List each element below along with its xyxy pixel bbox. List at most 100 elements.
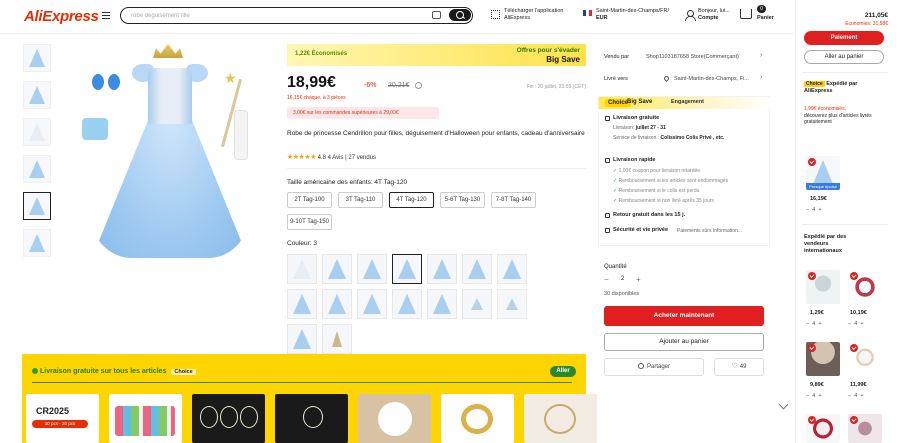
color-swatch[interactable] bbox=[427, 254, 457, 284]
checked-icon[interactable] bbox=[808, 416, 816, 424]
cart-item-image[interactable] bbox=[806, 270, 840, 304]
user-icon[interactable] bbox=[685, 10, 696, 21]
color-swatch[interactable] bbox=[322, 254, 352, 284]
info-icon[interactable] bbox=[415, 82, 422, 89]
color-swatch[interactable] bbox=[357, 289, 387, 319]
size-option[interactable]: 7-8T Tag-140 bbox=[491, 192, 536, 208]
color-swatch[interactable] bbox=[322, 289, 352, 319]
app-download-link[interactable]: Télécharger l'application AliExpress bbox=[504, 8, 563, 22]
cart-item-qty[interactable]: − 4 + bbox=[848, 393, 864, 399]
checked-icon[interactable] bbox=[850, 416, 858, 424]
big-save-label: Big Save bbox=[546, 55, 580, 64]
qr-code-icon[interactable] bbox=[491, 10, 500, 19]
choice-badge: Choice bbox=[171, 369, 196, 375]
cart-item-image[interactable] bbox=[848, 342, 882, 376]
checked-icon[interactable] bbox=[808, 158, 816, 166]
cart-item-qty[interactable]: − 4 + bbox=[806, 321, 822, 327]
store-link[interactable]: Shop1103187658 Store(Commerçant) bbox=[646, 54, 739, 60]
product-card[interactable] bbox=[441, 394, 514, 443]
thumbnail[interactable] bbox=[23, 81, 51, 109]
cart-item-image[interactable] bbox=[806, 414, 840, 443]
size-option[interactable]: 3T Tag-110 bbox=[338, 192, 383, 208]
savings-label: 1,22€ Économisés bbox=[295, 51, 348, 57]
product-card[interactable] bbox=[275, 394, 348, 443]
color-swatch[interactable] bbox=[497, 254, 527, 284]
color-swatch[interactable] bbox=[287, 324, 317, 354]
check-circle-icon bbox=[32, 368, 38, 374]
search-input[interactable] bbox=[131, 11, 411, 20]
size-option[interactable]: 2T Tag-100 bbox=[287, 192, 332, 208]
thumbnail[interactable] bbox=[23, 118, 51, 146]
color-swatch[interactable] bbox=[497, 289, 527, 319]
thumbnail[interactable] bbox=[23, 155, 51, 183]
product-card[interactable] bbox=[109, 394, 182, 443]
free-shipping-promo[interactable]: 1,99€ économisés, découvrez plus d'artic… bbox=[804, 106, 884, 146]
wishlist-button[interactable]: ♡ 49 bbox=[714, 358, 764, 376]
chevron-right-icon[interactable]: › bbox=[760, 52, 762, 59]
size-option-selected[interactable]: 4T Tag-120 bbox=[389, 192, 434, 208]
cart-item-image[interactable] bbox=[848, 270, 882, 304]
thumbnail[interactable] bbox=[23, 229, 51, 257]
quantity-minus-button[interactable]: − bbox=[604, 275, 609, 284]
quantity-value[interactable]: 2 bbox=[621, 276, 624, 282]
ship-to-address[interactable]: Saint-Martin-des-Champs, Fi... bbox=[674, 76, 749, 82]
cart-item-image[interactable] bbox=[806, 342, 840, 376]
color-swatch[interactable] bbox=[462, 289, 492, 319]
vendors-label: vendeurs bbox=[804, 241, 829, 247]
size-label: Taille américaine des enfants: 4T Tag-12… bbox=[287, 179, 408, 186]
color-swatch[interactable] bbox=[427, 289, 457, 319]
color-swatch-selected[interactable] bbox=[392, 254, 422, 284]
product-main-image[interactable]: ★ bbox=[70, 38, 270, 266]
thumbnail[interactable] bbox=[23, 44, 51, 72]
color-swatch[interactable] bbox=[287, 289, 317, 319]
account-menu[interactable]: Bonjour, lui... Compte bbox=[698, 8, 730, 22]
divider bbox=[802, 224, 888, 225]
camera-search-icon[interactable] bbox=[432, 11, 441, 19]
deal-banner[interactable]: 1,22€ Économisés Offres pour s'évader Bi… bbox=[287, 44, 586, 66]
cart-item-price: 9,89€ bbox=[810, 382, 824, 388]
color-swatch[interactable] bbox=[462, 254, 492, 284]
discount-percent: -6% bbox=[364, 82, 377, 89]
checked-icon[interactable] bbox=[808, 272, 816, 280]
cart-label[interactable]: Panier bbox=[757, 15, 774, 22]
checked-icon[interactable] bbox=[850, 344, 858, 352]
size-option[interactable]: 9-10T Tag-150 bbox=[287, 214, 332, 230]
free-return[interactable]: Retour gratuit dans les 15 j. bbox=[613, 212, 685, 218]
edit-icon[interactable] bbox=[778, 399, 789, 410]
cart-item-qty[interactable]: − 4 + bbox=[806, 207, 822, 213]
aliexpress-logo[interactable]: AliExpress bbox=[24, 8, 99, 25]
location-selector[interactable]: Saint-Martin-des-Champs/FR/ EUR bbox=[596, 8, 669, 22]
search-button[interactable] bbox=[449, 9, 471, 21]
chevron-right-icon[interactable]: › bbox=[760, 74, 762, 81]
product-card[interactable]: CR2025 10 pcs - 20 pcs bbox=[26, 394, 99, 443]
quantity-plus-button[interactable]: + bbox=[636, 275, 641, 284]
buy-now-button[interactable]: Acheter maintenant bbox=[604, 306, 764, 326]
security-title[interactable]: Sécurité et vie privée bbox=[613, 227, 668, 233]
color-swatch[interactable] bbox=[322, 324, 352, 354]
product-card[interactable] bbox=[192, 394, 265, 443]
share-label: Partager bbox=[646, 364, 670, 370]
rating-row[interactable]: ★★★★★ 4.8 4 Avis | 27 vendus bbox=[287, 153, 376, 161]
cart-item-qty[interactable]: − 4 + bbox=[848, 321, 864, 327]
cart-item-qty[interactable]: − 4 + bbox=[806, 393, 822, 399]
checked-icon[interactable] bbox=[808, 344, 816, 352]
thumbnail-selected[interactable] bbox=[23, 192, 51, 220]
color-swatch[interactable] bbox=[392, 289, 422, 319]
size-option[interactable]: 5-6T Tag-130 bbox=[440, 192, 485, 208]
share-button[interactable]: Partager bbox=[604, 358, 704, 376]
go-to-cart-button[interactable]: Aller au panier bbox=[804, 50, 884, 64]
promo-coupon[interactable]: 3,00€ sur les commandes supérieures à 29… bbox=[287, 107, 439, 119]
cart-item-image[interactable] bbox=[848, 414, 882, 443]
checkout-button[interactable]: Paiement bbox=[804, 31, 884, 45]
cart-icon[interactable] bbox=[740, 9, 752, 19]
go-button[interactable]: Aller bbox=[550, 366, 576, 377]
add-to-cart-button[interactable]: Ajouter au panier bbox=[604, 333, 764, 351]
color-swatch[interactable] bbox=[287, 254, 317, 284]
product-card[interactable] bbox=[358, 394, 431, 443]
cart-item-image[interactable]: Presque épuisé bbox=[806, 156, 840, 190]
product-card[interactable] bbox=[524, 394, 597, 443]
delivery-date-label: Livraison: bbox=[613, 125, 635, 131]
menu-icon[interactable] bbox=[102, 12, 110, 19]
color-swatch[interactable] bbox=[357, 254, 387, 284]
checked-icon[interactable] bbox=[850, 272, 858, 280]
